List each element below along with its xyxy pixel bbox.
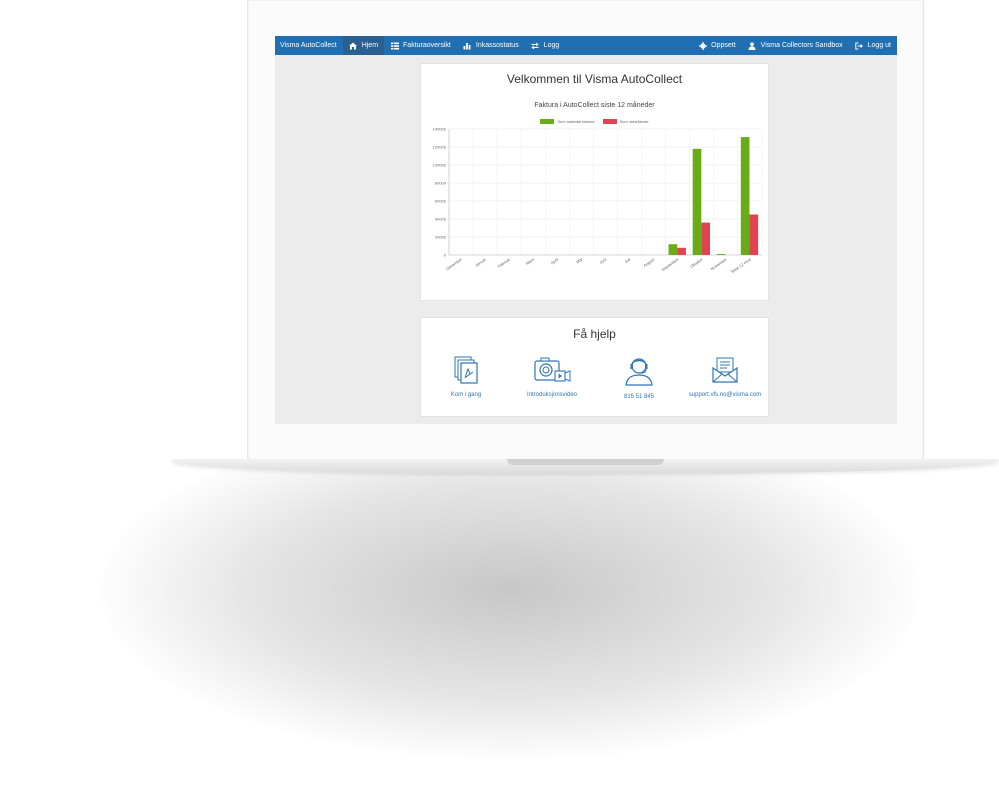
bar-outstanding [749,214,759,255]
nav-item-label: Fakturaoversikt [403,42,451,49]
x-tick-label: Juli [624,257,632,265]
help-card: Få hjelp Kom i gang Introduksjonsvideo 8… [420,317,769,417]
envelope-icon [682,356,768,389]
x-tick-label: April [550,257,560,266]
nav-item-label: Oppsett [711,42,736,49]
x-tick-label: Oktober [689,256,704,269]
app-screen: Visma AutoCollect Hjem Fakturaoversikt I… [275,36,897,424]
y-tick-label: 100000 [433,163,447,168]
bar-received [668,244,678,255]
y-tick-label: 60000 [435,199,447,204]
help-label-get-started: Kom i gang [450,392,482,398]
y-tick-label: 20000 [435,235,447,240]
bar-outstanding [677,247,686,255]
pdf-document-icon [423,356,509,389]
nav-item-label: Logg [543,42,560,49]
x-tick-label: Mars [525,257,535,266]
support-agent-icon [596,356,682,391]
bar-received [716,254,726,255]
x-tick-label: Mai [575,257,583,265]
x-tick-label: Januar [474,256,487,267]
laptop-notch [507,459,664,465]
x-tick-label: August [642,256,656,268]
invoice-bar-chart: 0 20000 40000 60000 80000 100000 120000 140000 D… [433,127,763,274]
help-label-email: support.vfs.no@visma.com [688,392,762,398]
help-item-phone[interactable]: 815 51 845 [596,356,682,400]
x-tick-label: Februar [497,256,512,269]
stage: Visma AutoCollect Hjem Fakturaoversikt I… [0,0,999,789]
x-tick-label: Siste 12 mnd [730,257,752,274]
help-label-intro-video: Introduksjonsvideo [526,392,578,398]
nav-item-label: Logg ut [867,42,891,49]
nav-item-hjem[interactable]: Hjem [342,36,385,55]
bar-received [692,148,702,255]
y-tick-label: 40000 [435,217,447,222]
y-tick-label: 140000 [433,127,447,132]
video-camera-icon [509,356,595,389]
x-tick-label: September [661,256,680,272]
help-title: Få hjelp [573,327,616,341]
y-tick-label: 80000 [435,181,447,186]
y-tick-label: 120000 [433,145,447,150]
list-icon [390,41,399,50]
swap-icon [531,41,540,50]
nav-item-inkassostatus[interactable]: Inkassostatus [457,36,525,55]
brand-label: Visma AutoCollect [280,42,337,49]
bar-received [740,137,750,255]
bar-chart-icon [463,41,472,50]
nav-item-fakturaoversikt[interactable]: Fakturaoversikt [384,36,457,55]
nav-item-logg[interactable]: Logg [525,36,566,55]
bar-outstanding [701,222,710,255]
brand-link[interactable]: Visma AutoCollect [275,36,343,55]
help-item-email[interactable]: support.vfs.no@visma.com [682,356,768,398]
help-item-get-started[interactable]: Kom i gang [423,356,509,398]
home-icon [349,41,358,50]
nav-right-group: Oppsett Visma Collectors Sandbox Logg ut [692,36,897,55]
user-icon [748,41,757,50]
x-tick-label: Desember [445,256,464,271]
x-tick-label: Juni [598,257,607,265]
nav-item-label: Hjem [361,42,379,49]
y-tick-label: 0 [444,253,447,258]
nav-item-label: Inkassostatus [475,42,519,49]
logout-icon [855,41,864,50]
nav-item-logout[interactable]: Logg ut [849,36,897,55]
gear-icon [698,41,707,50]
nav-item-user[interactable]: Visma Collectors Sandbox [742,36,849,55]
help-label-phone: 815 51 845 [623,394,655,400]
help-item-intro-video[interactable]: Introduksjonsvideo [509,356,595,398]
welcome-card: Velkommen til Visma AutoCollect Fakturа … [420,63,769,301]
nav-item-oppsett[interactable]: Oppsett [692,36,742,55]
nav-item-label: Visma Collectors Sandbox [760,42,843,49]
top-navbar: Visma AutoCollect Hjem Fakturaoversikt I… [275,36,897,55]
x-tick-label: November [710,256,729,271]
